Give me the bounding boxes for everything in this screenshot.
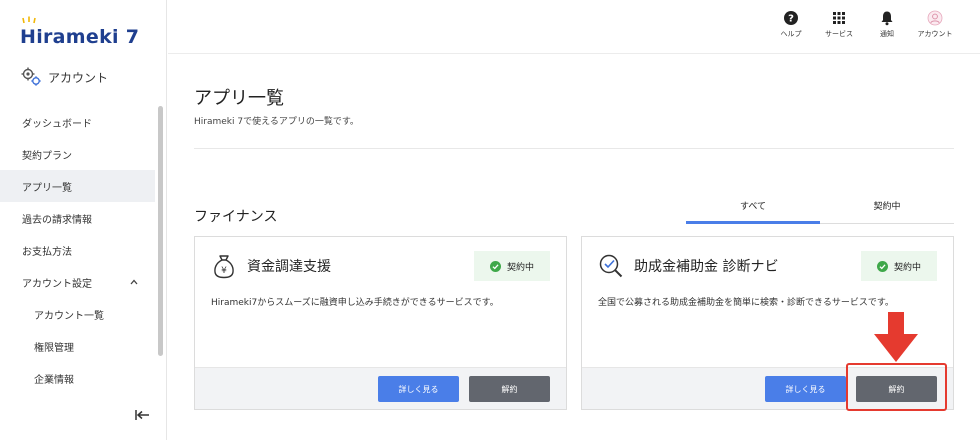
details-button[interactable]: 詳しく見る (765, 376, 846, 402)
help-button[interactable]: ? ヘルプ (772, 10, 810, 39)
sidebar-item-billing-history[interactable]: 過去の請求情報 (0, 202, 155, 234)
tab-contracted[interactable]: 契約中 (820, 194, 954, 223)
logo-text: Hirameki 7 (20, 26, 140, 48)
card-title: 助成金補助金 診断ナビ (634, 259, 779, 275)
filter-tabs: すべて 契約中 (686, 194, 954, 224)
logo[interactable]: Hirameki 7 (20, 16, 140, 48)
page-title: アプリ一覧 (194, 88, 284, 109)
logo-spark-icon (22, 16, 36, 24)
account-heading-label: アカウント (48, 70, 109, 85)
app-card-financing: ¥ 資金調達支援 契約中 Hirameki7からスムーズに融資申し込み手続きがで… (194, 236, 567, 410)
magnifier-check-icon (599, 254, 623, 278)
bell-icon (881, 11, 893, 26)
highlight-box (846, 363, 947, 411)
card-footer: 詳しく見る 解約 (195, 367, 566, 409)
divider (194, 148, 954, 149)
card-description: 全国で公募される助成金補助金を簡単に検索・診断できるサービスです。 (598, 298, 894, 308)
card-header: 助成金補助金 診断ナビ (598, 253, 778, 279)
details-button[interactable]: 詳しく見る (378, 376, 459, 402)
sidebar-item-payment-method[interactable]: お支払方法 (0, 234, 155, 266)
sidebar-item-account-list[interactable]: アカウント一覧 (0, 298, 155, 330)
card-title: 資金調達支援 (247, 259, 331, 275)
help-icon: ? (784, 11, 798, 25)
avatar-icon (927, 10, 943, 26)
card-description: Hirameki7からスムーズに融資申し込み手続きができるサービスです。 (211, 298, 499, 308)
sidebar-item-contract-plan[interactable]: 契約プラン (0, 138, 155, 170)
sidebar: Hirameki 7 アカウント ダッシュボード 契約プラン アプリ一覧 過去の… (0, 0, 167, 440)
sidebar-scrollbar[interactable] (158, 106, 163, 356)
sidebar-item-company-info[interactable]: 企業情報 (0, 362, 155, 394)
page-subtitle: Hirameki 7で使えるアプリの一覧です。 (194, 117, 359, 127)
grid-icon (833, 12, 845, 24)
account-button[interactable]: アカウント (916, 10, 954, 39)
sidebar-item-app-list[interactable]: アプリ一覧 (0, 170, 155, 202)
sidebar-nav: ダッシュボード 契約プラン アプリ一覧 過去の請求情報 お支払方法 アカウント設… (0, 106, 155, 394)
check-circle-icon (489, 260, 501, 272)
svg-text:¥: ¥ (221, 266, 227, 276)
svg-text:?: ? (788, 14, 794, 25)
section-title: ファイナンス (194, 209, 278, 225)
sidebar-item-dashboard[interactable]: ダッシュボード (0, 106, 155, 138)
notifications-button[interactable]: 通知 (868, 10, 906, 39)
account-heading: アカウント (20, 66, 108, 88)
status-badge: 契約中 (861, 251, 937, 281)
cancel-contract-button[interactable]: 解約 (469, 376, 550, 402)
sidebar-item-permissions[interactable]: 権限管理 (0, 330, 155, 362)
status-badge: 契約中 (474, 251, 550, 281)
top-bar: ? ヘルプ サービス 通知 アカウント (168, 0, 980, 54)
services-button[interactable]: サービス (820, 10, 858, 39)
money-bag-icon: ¥ (214, 255, 234, 279)
collapse-sidebar-icon[interactable] (133, 407, 151, 423)
red-arrow-icon (874, 312, 918, 362)
card-header: ¥ 資金調達支援 (211, 253, 331, 279)
chevron-up-icon (130, 279, 138, 285)
top-icons: ? ヘルプ サービス 通知 アカウント (772, 10, 954, 39)
check-circle-icon (876, 260, 888, 272)
gear-icon (21, 67, 41, 86)
sidebar-item-account-settings[interactable]: アカウント設定 (0, 266, 155, 298)
tab-all[interactable]: すべて (686, 194, 820, 224)
